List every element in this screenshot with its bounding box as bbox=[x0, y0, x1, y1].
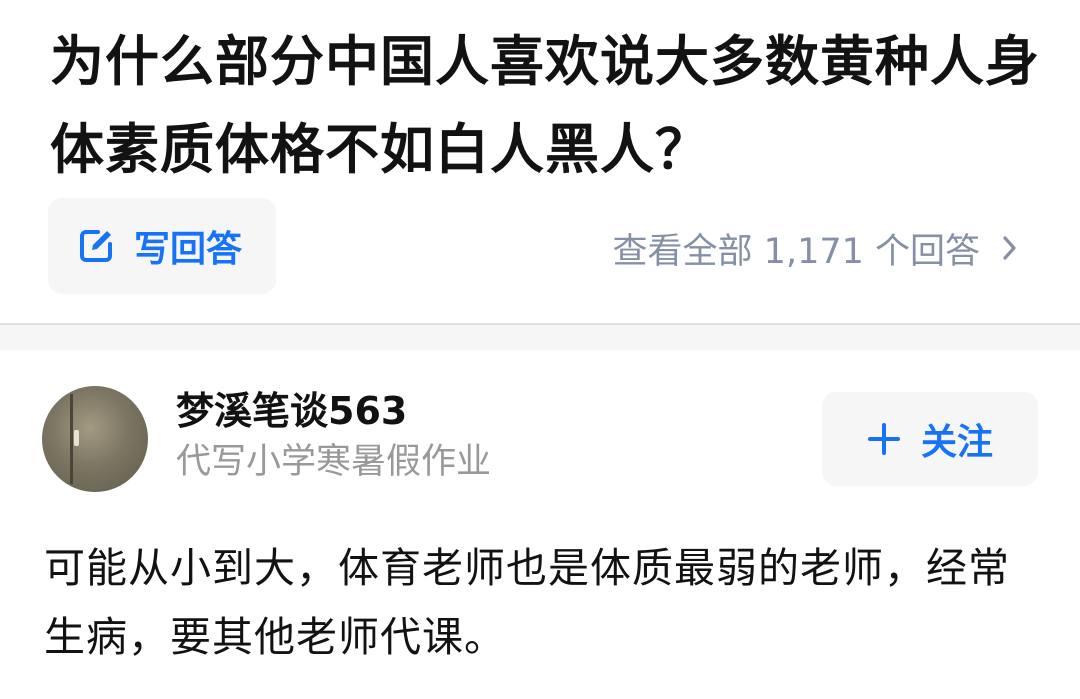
write-answer-label: 写回答 bbox=[134, 229, 243, 270]
answer-content[interactable]: 可能从小到大，体育老师也是体质最弱的老师，经常生病，要其他老师代课。 bbox=[44, 534, 1034, 672]
view-all-answers-link[interactable]: 查看全部 1,171 个回答 bbox=[613, 222, 1024, 274]
author-bio: 代写小学寒暑假作业 bbox=[176, 442, 492, 482]
edit-icon bbox=[74, 224, 118, 268]
question-title[interactable]: 为什么部分中国人喜欢说大多数黄种人身体素质体格不如白人黑人？ bbox=[50, 18, 1040, 194]
view-all-answers-label: 查看全部 1,171 个回答 bbox=[612, 231, 980, 272]
write-answer-button[interactable]: 写回答 bbox=[48, 198, 276, 294]
chevron-right-icon bbox=[1002, 233, 1024, 263]
author-avatar[interactable] bbox=[42, 386, 148, 492]
author-name[interactable]: 梦溪笔谈563 bbox=[176, 386, 407, 436]
avatar-door-detail bbox=[70, 394, 73, 484]
avatar-knob-detail bbox=[74, 430, 79, 446]
follow-label: 关注 bbox=[920, 422, 993, 463]
follow-button[interactable]: 关注 bbox=[822, 392, 1038, 486]
section-divider bbox=[0, 323, 1080, 350]
question-page: 为什么部分中国人喜欢说大多数黄种人身体素质体格不如白人黑人？ 写回答 查看全部 … bbox=[0, 0, 1080, 699]
plus-icon bbox=[867, 421, 903, 457]
